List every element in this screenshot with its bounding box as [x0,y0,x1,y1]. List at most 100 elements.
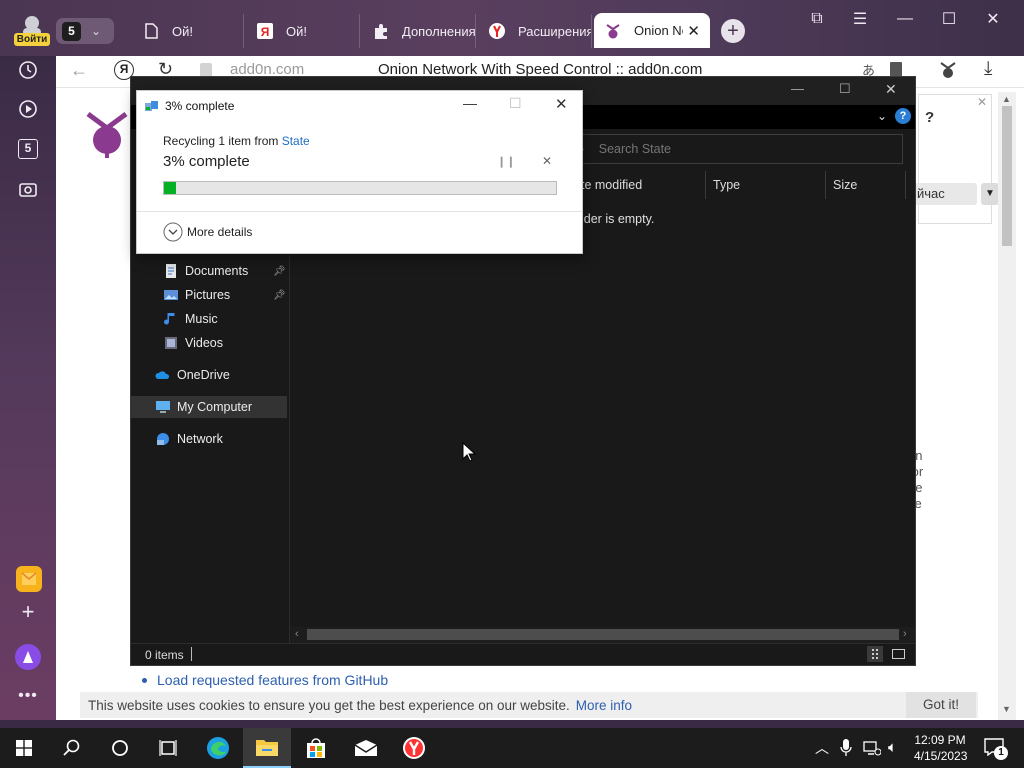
search-box[interactable]: ⌕ [571,134,903,164]
dialog-minimize-button[interactable]: — [463,95,477,111]
scroll-up-icon[interactable]: ▲ [1002,94,1011,104]
dialog-maximize-button: ☐ [509,95,522,112]
yandex-browser-taskbar-button[interactable] [390,728,438,768]
operation-text: Recycling 1 item from State [163,134,310,148]
dialog-close-button[interactable]: ✕ [555,95,568,113]
close-icon: ✕ [555,96,568,113]
alice-button[interactable] [15,644,41,670]
bookmarks-button[interactable]: ⧉ [804,6,830,32]
clock[interactable]: 12:09 PM 4/15/2023 [914,732,967,764]
back-button[interactable]: ← [70,60,88,81]
tab-onion-network[interactable]: Onion Network With Speed Control :: add0… [594,13,710,48]
mail-icon [354,740,378,756]
nav-item-my-computer[interactable]: My Computer [131,396,287,418]
pin-icon[interactable]: 📌︎ [273,290,286,301]
operation-location-link[interactable]: State [282,134,310,148]
more-button[interactable]: ••• [16,684,40,708]
popup-action-button[interactable]: йчас [911,183,977,205]
browser-tab-strip: Войти 5 ⌄ Ой! Я Ой! Дополнения Расширени… [0,0,1024,56]
site-logo-icon [86,111,128,158]
minimize-icon: — [463,95,477,111]
close-tab-icon[interactable]: ✕ [687,22,700,40]
pause-button[interactable]: ❙❙ [497,155,515,168]
history-button[interactable] [16,58,40,82]
minimize-button[interactable]: — [892,6,918,32]
column-date-modified[interactable]: te modified [581,178,642,192]
nav-item-network[interactable]: Network [131,428,287,450]
nav-item-documents[interactable]: Documents 📌︎ [131,260,287,282]
pin-icon[interactable]: 📌︎ [273,266,286,277]
camera-icon [19,183,37,197]
tab-oi-1[interactable]: Ой! [132,14,244,48]
cookie-more-info-link[interactable]: More info [576,698,632,713]
scrollbar-thumb[interactable] [307,629,899,640]
tab-label: Onion Network With Speed Control :: add0… [634,23,683,38]
details-view-button[interactable] [867,646,883,662]
maximize-button[interactable]: ☐ [936,6,962,32]
column-type[interactable]: Type [713,178,740,192]
cookie-accept-button[interactable]: Got it! [906,692,976,718]
popup-dropdown-button[interactable]: ▼ [981,183,999,205]
network-status-button[interactable] [863,740,881,756]
scroll-right-icon[interactable]: › [903,628,907,640]
new-tab-button[interactable]: + [721,19,745,43]
task-view-button[interactable] [144,728,192,768]
screenshot-button[interactable] [16,177,40,201]
horizontal-scrollbar[interactable]: ‹ › [291,627,915,643]
cancel-operation-button[interactable]: ✕ [542,154,552,168]
tabs-sidebar-button[interactable]: 5 [16,137,40,161]
large-icons-view-button[interactable] [891,646,907,662]
microphone-icon [840,739,852,756]
file-explorer-taskbar-button[interactable] [243,728,291,768]
downloads-button[interactable]: ⤓ [984,58,992,80]
github-features-link[interactable]: Load requested features from GitHub [157,672,388,688]
start-button[interactable] [0,728,48,768]
details-view-icon [872,649,878,659]
page-scrollbar[interactable]: ▲ ▼ [998,92,1016,720]
search-input[interactable] [598,142,879,156]
nav-item-music[interactable]: Music [131,308,287,330]
more-details-toggle[interactable]: More details [163,222,252,242]
video-button[interactable] [16,97,40,121]
extension-button[interactable] [938,60,958,80]
progress-bar [163,181,557,195]
tab-counter[interactable]: 5 ⌄ [56,18,114,44]
nav-label: OneDrive [177,368,230,382]
profile-signin[interactable]: Войти [14,14,50,46]
explorer-close-button[interactable]: ✕ [885,81,897,98]
edge-button[interactable] [194,728,242,768]
action-center-button[interactable]: 1 [984,738,1008,760]
mouse-cursor-icon [462,442,476,462]
add-sidebar-button[interactable]: + [16,599,40,624]
nav-item-onedrive[interactable]: OneDrive [131,364,287,386]
nav-item-videos[interactable]: Videos [131,332,287,354]
scroll-left-icon[interactable]: ‹ [295,628,299,640]
cortana-button[interactable] [96,728,144,768]
yandex-icon: Я [119,62,129,76]
mail-button[interactable] [342,728,390,768]
close-icon[interactable]: ✕ [977,95,987,109]
search-button[interactable] [48,728,96,768]
bookmark-icon: ⧉ [811,10,823,27]
explorer-minimize-button[interactable]: — [791,81,804,96]
tab-oi-2[interactable]: Я Ой! [246,14,360,48]
chevron-up-icon: ︿ [815,740,829,756]
zen-button[interactable] [16,566,42,592]
menu-button[interactable]: ☰ [847,6,873,32]
close-button[interactable]: ✕ [980,6,1006,32]
tab-addons[interactable]: Дополнения [362,14,476,48]
tab-extensions[interactable]: Расширения [478,14,592,48]
nav-item-pictures[interactable]: Pictures 📌︎ [131,284,287,306]
onion-extension-icon [940,62,956,78]
ribbon-expand-button[interactable]: ⌄ [877,109,887,123]
scroll-down-icon[interactable]: ▼ [1002,704,1011,714]
microphone-button[interactable] [840,739,852,757]
help-button[interactable]: ? [895,108,911,124]
scrollbar-thumb[interactable] [1002,106,1012,246]
volume-button[interactable]: 🔈︎ [888,739,897,756]
close-icon: ✕ [986,11,1000,28]
column-size[interactable]: Size [833,178,857,192]
explorer-maximize-button[interactable]: ☐ [839,81,851,97]
show-hidden-icons-button[interactable]: ︿ [815,738,829,758]
store-button[interactable] [292,728,340,768]
